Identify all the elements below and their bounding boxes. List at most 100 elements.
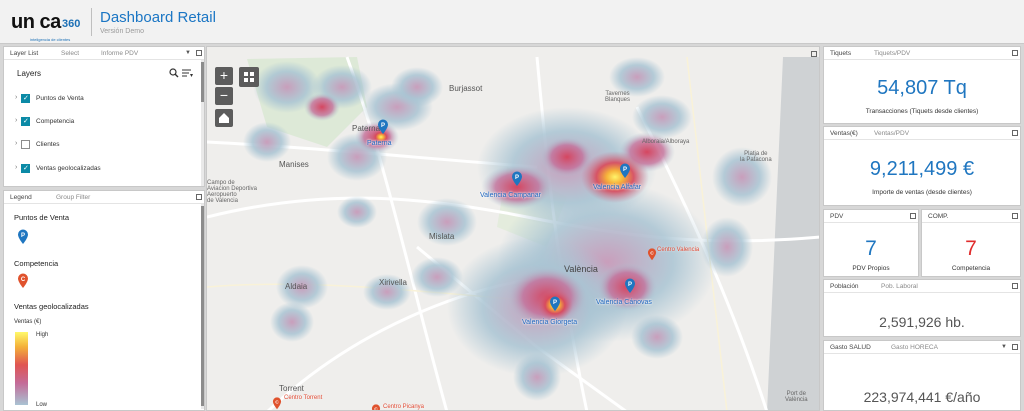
tab-ventas[interactable]: Ventas(€): [830, 130, 858, 137]
tab-tiquets[interactable]: Tiquets: [830, 50, 851, 57]
svg-text:P: P: [553, 300, 557, 306]
layer-label: Ventas geolocalizadas: [36, 165, 101, 172]
map-canvas[interactable]: [207, 47, 820, 411]
place-xirivella: Xirivella: [379, 278, 408, 287]
layer-checkbox[interactable]: [21, 164, 30, 173]
maximize-icon[interactable]: [196, 194, 202, 200]
pdv-label-alfafar[interactable]: Valencia Alfafar: [593, 184, 641, 191]
zoom-in-button[interactable]: +: [215, 67, 233, 85]
pdv-label-canovas[interactable]: Valencia Cánovas: [596, 299, 652, 306]
zoom-out-button[interactable]: −: [215, 87, 233, 105]
comp-label-picanya[interactable]: Centro Picanya: [383, 404, 424, 410]
place-valencia: València: [564, 264, 598, 274]
tab-informe-pdv[interactable]: Informe PDV: [101, 50, 138, 57]
svg-text:C: C: [275, 400, 279, 406]
tab-ventas-pdv[interactable]: Ventas/PDV: [874, 130, 909, 137]
pdv-pin-icon[interactable]: P: [624, 278, 636, 294]
layers-heading: Layers: [17, 69, 42, 78]
maximize-icon[interactable]: [1012, 213, 1018, 219]
home-icon: [219, 113, 229, 123]
chevron-right-icon[interactable]: ›: [15, 94, 17, 101]
legend-panel: Legend Group Filter: [3, 190, 205, 411]
legend-scroll-thumb[interactable]: [201, 206, 204, 406]
place-aeropuerto: Campo de Aviacion Deportiva Aeropuerto d…: [207, 180, 257, 204]
pdv-label-campanar[interactable]: Valencia Campanar: [480, 192, 541, 199]
kpi-ventas-caption: Importe de ventas (desde clientes): [872, 189, 972, 196]
kpi-comp-value: 7: [965, 237, 977, 260]
competencia-pin-icon[interactable]: C: [371, 404, 381, 411]
pdv-pin-icon[interactable]: P: [619, 163, 631, 179]
layer-label: Puntos de Venta: [36, 95, 84, 102]
layer-checkbox[interactable]: [21, 140, 30, 149]
maximize-icon[interactable]: [1012, 283, 1018, 289]
search-icon[interactable]: [169, 68, 179, 78]
home-button[interactable]: [215, 109, 233, 127]
svg-text:P: P: [381, 123, 385, 129]
chevron-down-icon[interactable]: ▼: [185, 50, 191, 56]
heat-gradient-bar: [15, 332, 28, 405]
svg-text:P: P: [628, 282, 632, 288]
kpi-tickets-tabs: Tiquets Tiquets/PDV: [824, 47, 1020, 60]
logo-tagline: inteligencia de clientes: [30, 37, 71, 42]
heatmap-map[interactable]: + − Burjassot Tavernes Blanques Alboraia…: [206, 46, 820, 411]
legend-comp-title: Competencia: [14, 259, 59, 268]
kpi-gasto-panel: Gasto SALUD Gasto HORECA ▼ 223,974,441 €…: [823, 340, 1021, 411]
svg-text:P: P: [21, 233, 25, 239]
tab-legend[interactable]: Legend: [10, 194, 32, 201]
tab-layer-list[interactable]: Layer List: [10, 50, 38, 57]
tab-pdv[interactable]: PDV: [830, 213, 843, 220]
pdv-label-paterna[interactable]: Paterna: [367, 140, 392, 147]
kpi-ventas-tabs: Ventas(€) Ventas/PDV: [824, 127, 1020, 140]
basemap-gallery-button[interactable]: [239, 67, 259, 87]
chevron-right-icon[interactable]: ›: [15, 140, 17, 147]
layer-checkbox[interactable]: [21, 94, 30, 103]
kpi-pdv-panel: PDV 7 PDV Propios: [823, 209, 919, 277]
kpi-comp-caption: Competencia: [951, 265, 991, 272]
comp-label-torrent[interactable]: Centro Torrent: [284, 395, 322, 401]
maximize-icon[interactable]: [196, 50, 202, 56]
svg-text:C: C: [650, 251, 654, 257]
comp-label-valencia[interactable]: Centro Valencia: [657, 247, 699, 253]
place-torrent: Torrent: [279, 384, 304, 393]
svg-text:C: C: [374, 407, 378, 411]
kpi-tickets-panel: Tiquets Tiquets/PDV 54,807 Tq Transaccio…: [823, 46, 1021, 124]
place-patacona: Platja de la Patacona: [740, 151, 772, 163]
maximize-icon[interactable]: [910, 213, 916, 219]
maximize-icon[interactable]: [811, 51, 817, 57]
tab-group-filter[interactable]: Group Filter: [56, 194, 90, 201]
layer-label: Clientes: [36, 141, 60, 148]
maximize-icon[interactable]: [1012, 50, 1018, 56]
filter-list-icon[interactable]: [182, 68, 194, 78]
pdv-pin-icon[interactable]: P: [377, 119, 389, 135]
tab-pob-laboral[interactable]: Pob. Laboral: [881, 283, 918, 290]
tab-comp[interactable]: COMP.: [928, 213, 948, 220]
place-alboraia: Alboraia/Alboraya: [642, 139, 690, 145]
pdv-pin-icon[interactable]: P: [549, 296, 561, 312]
tab-tiquets-pdv[interactable]: Tiquets/PDV: [874, 50, 910, 57]
legend-panel-tabs: Legend Group Filter: [4, 191, 204, 204]
maximize-icon[interactable]: [1012, 130, 1018, 136]
kpi-pdv-caption: PDV Propios: [852, 265, 890, 272]
tab-gasto-salud[interactable]: Gasto SALUD: [830, 344, 871, 351]
legend-pdv-title: Puntos de Venta: [14, 213, 70, 222]
tab-poblacion[interactable]: Población: [830, 283, 859, 290]
chevron-down-icon[interactable]: ▼: [1001, 344, 1007, 350]
chevron-right-icon[interactable]: ›: [15, 164, 17, 171]
layer-scroll-thumb[interactable]: [201, 62, 204, 102]
competencia-pin-icon[interactable]: C: [272, 397, 282, 410]
competencia-pin-icon[interactable]: C: [647, 248, 657, 261]
kpi-gasto-tabs: Gasto SALUD Gasto HORECA ▼: [824, 341, 1020, 354]
tab-gasto-horeca[interactable]: Gasto HORECA: [891, 344, 938, 351]
pdv-pin-icon[interactable]: P: [511, 171, 523, 187]
maximize-icon[interactable]: [1012, 344, 1018, 350]
layer-checkbox[interactable]: [21, 117, 30, 126]
tab-select[interactable]: Select: [61, 50, 79, 57]
pdv-pin-icon: P: [18, 229, 28, 244]
place-manises: Manises: [279, 160, 309, 169]
kpi-pdv-tabs: PDV: [824, 210, 918, 223]
chevron-right-icon[interactable]: ›: [15, 117, 17, 124]
pdv-label-giorgeta[interactable]: Valencia Giorgeta: [522, 319, 577, 326]
legend-ventas-unit: Ventas (€): [14, 319, 42, 325]
kpi-poblacion-tabs: Población Pob. Laboral: [824, 280, 1020, 293]
layer-panel-tabs: Layer List Select Informe PDV ▼: [4, 47, 204, 60]
